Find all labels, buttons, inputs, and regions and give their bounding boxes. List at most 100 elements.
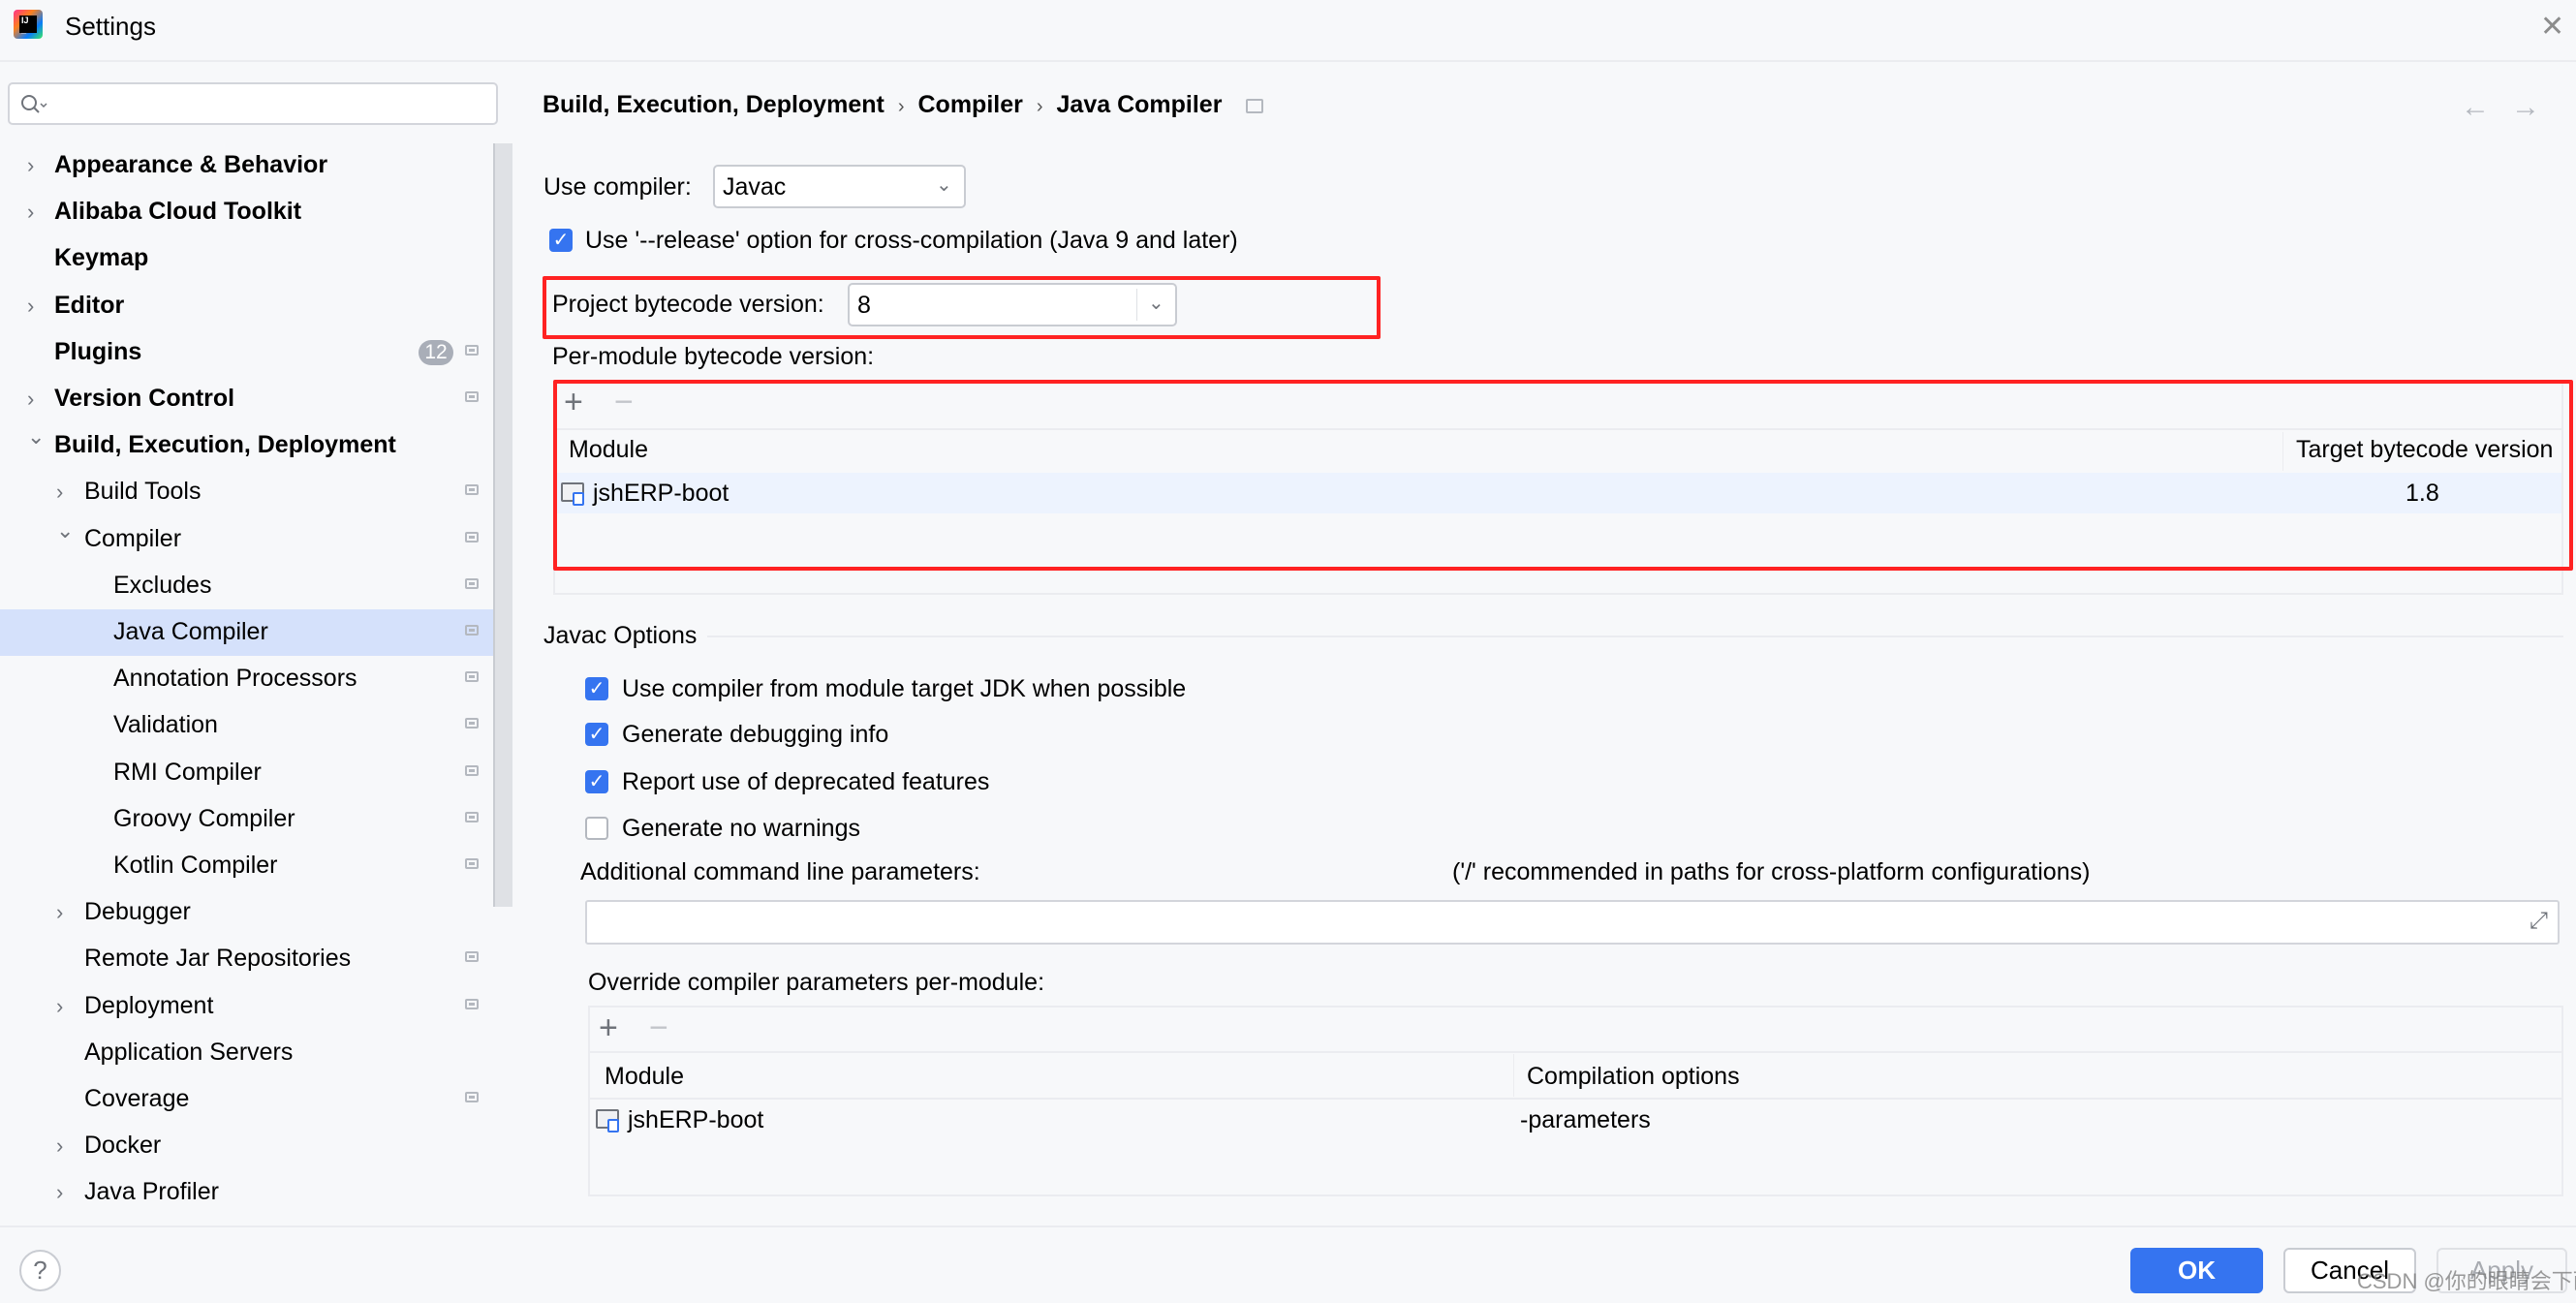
add-icon[interactable]: + [599, 1011, 618, 1044]
sidebar-item[interactable]: › Java Profiler [0, 1169, 494, 1216]
sidebar-item-label: Editor [54, 291, 125, 319]
sidebar-scrollbar[interactable] [493, 143, 512, 907]
chevron-right-icon[interactable]: › [27, 200, 34, 225]
additional-params-input[interactable]: ⤢ [585, 900, 2560, 945]
sidebar-item[interactable]: › Alibaba Cloud Toolkit [0, 189, 494, 235]
column-header-module[interactable]: Module [605, 1065, 684, 1089]
column-header-options[interactable]: Compilation options [1527, 1065, 1740, 1089]
chevron-right-icon[interactable]: › [56, 1133, 63, 1159]
checkbox-label: Generate debugging info [622, 721, 889, 748]
use-compiler-label: Use compiler: [543, 173, 692, 201]
checkbox-no-warnings[interactable] [585, 817, 608, 840]
sidebar-item[interactable]: › Docker [0, 1123, 494, 1169]
project-level-config-icon [465, 1092, 479, 1102]
chevron-right-icon[interactable]: › [56, 900, 63, 925]
checkbox-use-module-jdk[interactable]: ✓ [585, 677, 608, 700]
chevron-right-icon[interactable]: › [27, 387, 34, 412]
chevron-right-icon[interactable]: › [56, 480, 63, 505]
sidebar-item[interactable]: › Editor [0, 283, 494, 329]
sidebar-item[interactable]: Validation [0, 702, 494, 749]
breadcrumb-item[interactable]: Compiler [918, 91, 1023, 118]
project-bytecode-dropdown[interactable]: 8 ⌄ [848, 283, 1177, 326]
per-module-label: Per-module bytecode version: [552, 343, 875, 370]
breadcrumb-separator: › [1036, 96, 1043, 117]
forward-arrow-icon[interactable]: → [2511, 93, 2540, 122]
remove-icon[interactable]: − [649, 1011, 668, 1044]
divider [590, 1051, 2561, 1053]
project-level-config-icon [1246, 98, 1264, 113]
checkbox-debug-info[interactable]: ✓ [585, 723, 608, 746]
chevron-down-icon: ⌄ [936, 174, 952, 196]
title-bar [0, 0, 2576, 62]
project-level-config-icon [465, 764, 479, 776]
project-level-config-icon [465, 951, 479, 963]
chevron-down-icon[interactable]: ⌄ [56, 518, 74, 543]
sidebar-item[interactable]: Java Compiler [0, 609, 512, 656]
sidebar-item-label: Excludes [113, 571, 212, 599]
help-icon[interactable]: ? [19, 1250, 61, 1291]
release-option-checkbox[interactable]: ✓ [549, 229, 573, 252]
breadcrumb-item: Java Compiler [1056, 91, 1223, 118]
sidebar-item[interactable]: RMI Compiler [0, 750, 494, 796]
search-input[interactable] [8, 82, 498, 125]
chevron-right-icon[interactable]: › [56, 1180, 63, 1205]
sidebar-item[interactable]: › Build Tools [0, 469, 494, 515]
intellij-idea-icon: IJ _ [14, 10, 43, 39]
column-divider[interactable] [1513, 1054, 1514, 1097]
sidebar-item[interactable]: Coverage [0, 1076, 494, 1123]
checkbox-deprecated[interactable]: ✓ [585, 770, 608, 793]
sidebar-item-label: Groovy Compiler [113, 804, 295, 832]
chevron-down-icon[interactable]: ⌄ [27, 424, 45, 450]
use-compiler-dropdown[interactable]: Javac ⌄ [713, 165, 966, 208]
use-compiler-value: Javac [723, 173, 787, 201]
sidebar-item[interactable]: Groovy Compiler [0, 796, 494, 843]
checkbox-label: Use compiler from module target JDK when… [622, 675, 1187, 702]
sidebar-item[interactable]: ⌄ Build, Execution, Deployment [0, 422, 494, 469]
footer-divider [0, 1225, 2576, 1227]
project-level-config-icon [465, 671, 479, 683]
sidebar-item[interactable]: Excludes [0, 563, 494, 609]
expand-icon[interactable]: ⤢ [2529, 908, 2548, 935]
sidebar-item[interactable]: Application Servers [0, 1030, 494, 1076]
sidebar-item-label: Alibaba Cloud Toolkit [54, 198, 302, 226]
sidebar-item[interactable]: › Appearance & Behavior [0, 142, 494, 189]
sidebar-item[interactable]: › Debugger [0, 889, 494, 936]
sidebar-item[interactable]: › Deployment [0, 983, 494, 1030]
breadcrumb-item[interactable]: Build, Execution, Deployment [543, 91, 885, 118]
sidebar-item[interactable]: Remote Jar Repositories [0, 936, 494, 982]
breadcrumb-separator: › [897, 96, 905, 117]
sidebar-item-label: Coverage [84, 1085, 190, 1112]
chevron-right-icon[interactable]: › [27, 294, 34, 319]
sidebar-item[interactable]: Kotlin Compiler [0, 843, 494, 889]
sidebar-item[interactable]: Annotation Processors [0, 656, 494, 702]
close-icon[interactable]: ✕ [2540, 10, 2564, 44]
table-row[interactable]: jshERP-boot -parameters [590, 1100, 2561, 1140]
sidebar-item[interactable]: ⌄ Compiler [0, 516, 494, 563]
count-badge: 12 [419, 339, 453, 365]
additional-params-label: Additional command line parameters: [580, 858, 980, 885]
dropdown-divider [1136, 289, 1137, 321]
sidebar-item-label: Appearance & Behavior [54, 151, 328, 178]
module-name: jshERP-boot [628, 1106, 764, 1133]
sidebar-item[interactable]: Keymap [0, 235, 494, 282]
highlight-annotation [553, 380, 2573, 571]
sidebar-item-label: Keymap [54, 244, 149, 272]
ok-button[interactable]: OK [2130, 1248, 2263, 1293]
module-folder-icon [596, 1109, 619, 1132]
chevron-right-icon[interactable]: › [27, 153, 34, 178]
sidebar-item-label: Java Compiler [113, 618, 268, 645]
sidebar-item-label: Java Profiler [84, 1178, 219, 1206]
override-label: Override compiler parameters per-module: [588, 969, 1045, 996]
section-divider [707, 636, 2563, 637]
sidebar-item-label: Version Control [54, 385, 235, 412]
sidebar-item-label: Build Tools [84, 478, 202, 506]
back-arrow-icon[interactable]: ← [2461, 93, 2490, 122]
chevron-right-icon[interactable]: › [56, 994, 63, 1019]
sidebar-item[interactable]: › Version Control [0, 376, 494, 422]
project-level-config-icon [465, 391, 479, 402]
sidebar-item-label: Deployment [84, 991, 214, 1019]
project-level-config-icon [465, 484, 479, 496]
window-title: Settings [65, 12, 156, 41]
sidebar-item[interactable]: Plugins 12 [0, 329, 494, 376]
project-bytecode-value: 8 [857, 292, 871, 319]
